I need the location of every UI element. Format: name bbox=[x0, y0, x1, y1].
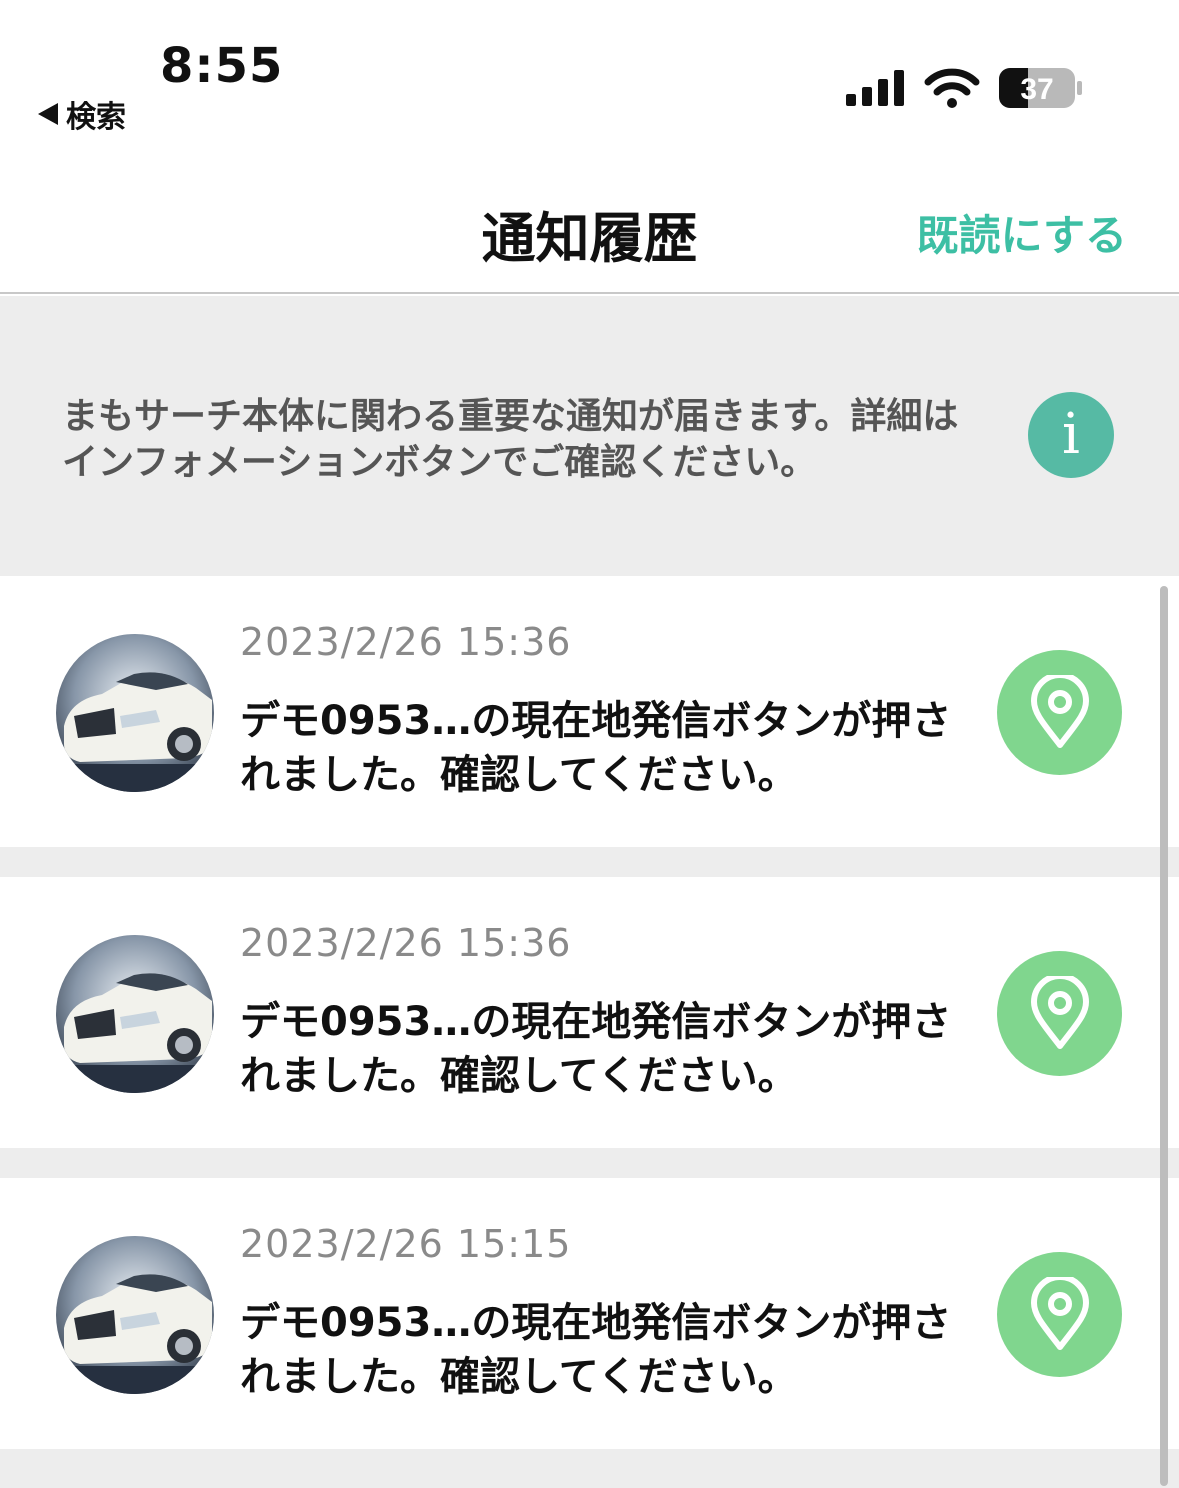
notification-message: デモ0953…の現在地発信ボタンが押されました。確認してください。 bbox=[240, 698, 952, 798]
notification-timestamp: 2023/2/26 15:36 bbox=[240, 921, 572, 965]
nav-bar: 通知履歴 既読にする bbox=[0, 150, 1179, 294]
mark-as-read-button[interactable]: 既読にする bbox=[917, 202, 1127, 263]
info-icon: i bbox=[1062, 402, 1080, 467]
notification-timestamp: 2023/2/26 15:15 bbox=[240, 1222, 572, 1266]
information-button[interactable]: i bbox=[1028, 392, 1114, 478]
notification-message: デモ0953…の現在地発信ボタンが押されました。確認してください。 bbox=[240, 1300, 952, 1400]
back-to-search-link[interactable]: 検索 bbox=[38, 92, 126, 136]
cellular-signal-icon bbox=[846, 70, 904, 106]
location-pin-icon bbox=[1030, 674, 1089, 748]
scrollbar[interactable] bbox=[1160, 586, 1168, 1486]
location-button[interactable] bbox=[997, 951, 1122, 1076]
vehicle-avatar bbox=[56, 1236, 214, 1394]
notification-list: 2023/2/26 15:36 デモ0953…の現在地発信ボタンが押されました。… bbox=[0, 576, 1179, 1488]
notification-message: デモ0953…の現在地発信ボタンが押されました。確認してください。 bbox=[240, 999, 952, 1099]
status-bar: 8:55 検索 37 bbox=[0, 0, 1179, 150]
info-banner: まもサーチ本体に関わる重要な通知が届きます。詳細はインフォメーションボタンでご確… bbox=[0, 296, 1179, 576]
status-time: 8:55 bbox=[160, 38, 284, 94]
battery-icon: 37 bbox=[999, 68, 1082, 108]
vehicle-avatar bbox=[56, 935, 214, 1093]
notification-row[interactable]: 2023/2/26 15:36 デモ0953…の現在地発信ボタンが押されました。… bbox=[0, 877, 1179, 1148]
battery-level: 37 bbox=[1020, 73, 1053, 106]
info-banner-text: まもサーチ本体に関わる重要な通知が届きます。詳細はインフォメーションボタンでご確… bbox=[62, 396, 959, 483]
notification-row[interactable]: 2023/2/26 15:15 デモ0953…の現在地発信ボタンが押されました。… bbox=[0, 1178, 1179, 1449]
location-button[interactable] bbox=[997, 650, 1122, 775]
location-pin-icon bbox=[1030, 1276, 1089, 1350]
back-arrow-icon bbox=[38, 103, 58, 125]
location-button[interactable] bbox=[997, 1252, 1122, 1377]
notification-timestamp: 2023/2/26 15:36 bbox=[240, 620, 572, 664]
vehicle-avatar bbox=[56, 634, 214, 792]
location-pin-icon bbox=[1030, 975, 1089, 1049]
notification-row[interactable]: 2023/2/26 15:36 デモ0953…の現在地発信ボタンが押されました。… bbox=[0, 576, 1179, 847]
back-link-label: 検索 bbox=[66, 100, 126, 135]
wifi-icon bbox=[924, 68, 980, 108]
